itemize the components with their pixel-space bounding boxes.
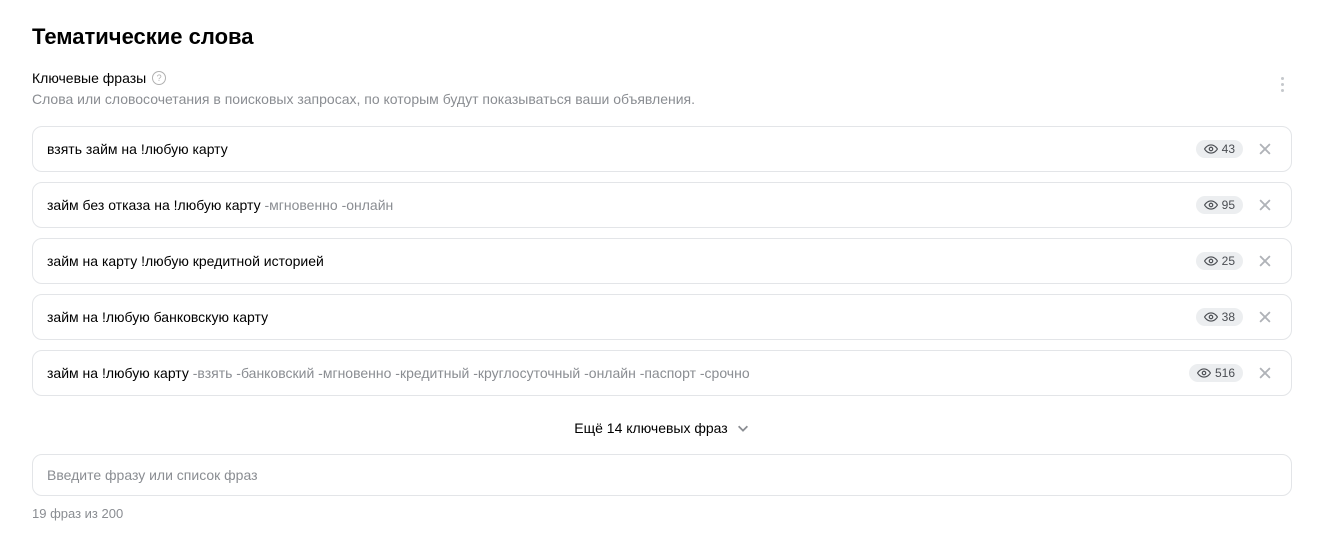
close-icon <box>1258 310 1272 324</box>
eye-icon <box>1197 366 1211 380</box>
close-icon <box>1258 142 1272 156</box>
show-more-button[interactable]: Ещё 14 ключевых фраз <box>32 406 1292 454</box>
phrase-main: займ на !любую карту <box>47 365 189 381</box>
phrase-input[interactable] <box>47 455 1277 495</box>
subheader: Ключевые фразы ? Слова или словосочетани… <box>32 70 1292 110</box>
impressions-badge[interactable]: 25 <box>1196 252 1243 270</box>
help-icon[interactable]: ? <box>152 71 166 85</box>
close-icon <box>1258 198 1272 212</box>
phrase-text: взять займ на !любую карту <box>47 141 1186 157</box>
impressions-count: 516 <box>1215 366 1235 380</box>
impressions-badge[interactable]: 38 <box>1196 308 1243 326</box>
show-more-label: Ещё 14 ключевых фраз <box>574 420 727 436</box>
description-text: Слова или словосочетания в поисковых зап… <box>32 90 1272 110</box>
phrase-input-container <box>32 454 1292 496</box>
impressions-count: 25 <box>1222 254 1235 268</box>
phrase-row[interactable]: займ на !любую банковскую карту 38 <box>32 294 1292 340</box>
label-key-phrases: Ключевые фразы <box>32 70 146 86</box>
phrase-row[interactable]: займ на !любую карту -взять -банковский … <box>32 350 1292 396</box>
remove-phrase-button[interactable] <box>1253 361 1277 385</box>
chevron-down-icon <box>736 421 750 435</box>
eye-icon <box>1204 198 1218 212</box>
eye-icon <box>1204 142 1218 156</box>
eye-icon <box>1204 254 1218 268</box>
phrase-text: займ на карту !любую кредитной историей <box>47 253 1186 269</box>
impressions-badge[interactable]: 95 <box>1196 196 1243 214</box>
phrase-main: займ на карту !любую кредитной историей <box>47 253 324 269</box>
phrase-text: займ на !любую карту -взять -банковский … <box>47 365 1179 381</box>
impressions-badge[interactable]: 516 <box>1189 364 1243 382</box>
phrase-main: займ на !любую банковскую карту <box>47 309 268 325</box>
close-icon <box>1258 254 1272 268</box>
impressions-count: 95 <box>1222 198 1235 212</box>
remove-phrase-button[interactable] <box>1253 137 1277 161</box>
phrase-row[interactable]: займ на карту !любую кредитной историей 2… <box>32 238 1292 284</box>
impressions-count: 43 <box>1222 142 1235 156</box>
phrase-row[interactable]: займ без отказа на !любую карту -мгновен… <box>32 182 1292 228</box>
impressions-count: 38 <box>1222 310 1235 324</box>
remove-phrase-button[interactable] <box>1253 193 1277 217</box>
phrase-text: займ без отказа на !любую карту -мгновен… <box>47 197 1186 213</box>
close-icon <box>1258 366 1272 380</box>
remove-phrase-button[interactable] <box>1253 305 1277 329</box>
phrase-row[interactable]: взять займ на !любую карту 43 <box>32 126 1292 172</box>
phrase-negatives: -мгновенно -онлайн <box>261 197 394 213</box>
phrase-main: взять займ на !любую карту <box>47 141 228 157</box>
phrase-negatives: -взять -банковский -мгновенно -кредитный… <box>189 365 750 381</box>
phrase-text: займ на !любую банковскую карту <box>47 309 1186 325</box>
section-heading: Тематические слова <box>32 24 1292 50</box>
phrase-main: займ без отказа на !любую карту <box>47 197 261 213</box>
phrase-count-footer: 19 фраз из 200 <box>32 506 1292 521</box>
impressions-badge[interactable]: 43 <box>1196 140 1243 158</box>
remove-phrase-button[interactable] <box>1253 249 1277 273</box>
eye-icon <box>1204 310 1218 324</box>
more-menu-button[interactable] <box>1272 70 1292 98</box>
